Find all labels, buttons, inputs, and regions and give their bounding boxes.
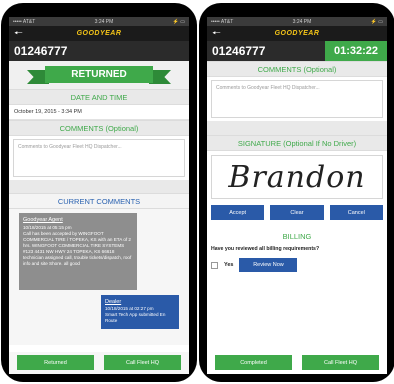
divider-band <box>207 121 387 135</box>
billing-question: Have you reviewed all billing requiremen… <box>211 246 320 252</box>
elapsed-timer: 01:32:22 <box>325 41 387 61</box>
status-bar: ••••• AT&T 3:24 PM ⚡ ▭ <box>207 17 387 26</box>
app-bar: 🠔 GOODYEAR <box>9 26 189 41</box>
current-comments-title: CURRENT COMMENTS <box>9 193 189 209</box>
comments-input[interactable]: Comments to Goodyear Fleet HQ Dispatcher… <box>13 139 185 177</box>
agent-comment-author: Goodyear Agent <box>23 217 63 223</box>
date-section-title: DATE AND TIME <box>9 89 189 105</box>
status-bar: ••••• AT&T 3:24 PM ⚡ ▭ <box>9 17 189 26</box>
completed-button[interactable]: Completed <box>215 355 292 370</box>
yes-checkbox[interactable] <box>211 261 218 269</box>
carrier-label: ••••• AT&T <box>13 18 36 25</box>
agent-comment-text: Call has been accepted by WINGFOOT COMME… <box>23 231 132 266</box>
accept-button[interactable]: Accept <box>211 205 265 220</box>
signature-title: SIGNATURE (Optional If No Driver) <box>207 135 387 151</box>
status-ribbon-area: RETURNED <box>9 61 189 89</box>
bottom-actions: Returned Call Fleet HQ <box>9 352 189 374</box>
comments-title: COMMENTS (Optional) <box>207 61 387 77</box>
billing-title: BILLING <box>282 231 312 241</box>
returned-button[interactable]: Returned <box>17 355 94 370</box>
dealer-comment-bubble: Dealer 10/18/2015 at 02:27 pm Smart Tech… <box>101 295 179 329</box>
current-comments-list: Goodyear Agent 10/18/2015 at 05:15 pm Ca… <box>9 209 189 345</box>
brand-logo: GOODYEAR <box>274 30 320 37</box>
battery-icon: ⚡ ▭ <box>370 18 383 25</box>
clock: 3:24 PM <box>94 18 114 25</box>
comments-title: COMMENTS (Optional) <box>9 120 189 136</box>
app-bar: 🠔 GOODYEAR <box>207 26 387 41</box>
divider-band <box>9 180 189 193</box>
order-bar: 01246777 01:32:22 <box>207 41 387 61</box>
screen: ••••• AT&T 3:24 PM ⚡ ▭ 🠔 GOODYEAR 012467… <box>9 17 189 374</box>
comments-input[interactable]: Comments to Goodyear Fleet HQ Dispatcher… <box>211 80 383 118</box>
screen: ••••• AT&T 3:24 PM ⚡ ▭ 🠔 GOODYEAR 012467… <box>207 17 387 374</box>
dealer-comment-author: Dealer <box>105 299 122 305</box>
carrier-label: ••••• AT&T <box>211 18 234 25</box>
call-fleet-hq-button[interactable]: Call Fleet HQ <box>104 355 181 370</box>
signature-actions: Accept Clear Cancel <box>207 203 387 222</box>
clock: 3:24 PM <box>292 18 312 25</box>
phone-returned: ••••• AT&T 3:24 PM ⚡ ▭ 🠔 GOODYEAR 012467… <box>1 3 197 382</box>
phone-completion: ••••• AT&T 3:24 PM ⚡ ▭ 🠔 GOODYEAR 012467… <box>199 3 394 382</box>
order-number: 01246777 <box>212 44 266 58</box>
call-fleet-hq-button[interactable]: Call Fleet HQ <box>302 355 379 370</box>
brand-logo: GOODYEAR <box>76 30 122 37</box>
signature-ink: Brandon <box>228 159 366 195</box>
billing-answer-row: Yes Review Now <box>207 255 387 275</box>
status-ribbon: RETURNED <box>45 66 153 83</box>
review-now-button[interactable]: Review Now <box>239 258 298 272</box>
agent-comment-bubble: Goodyear Agent 10/18/2015 at 05:15 pm Ca… <box>19 213 137 290</box>
order-number: 01246777 <box>14 44 68 58</box>
clear-button[interactable]: Clear <box>270 205 324 220</box>
bottom-actions: Completed Call Fleet HQ <box>207 352 387 374</box>
date-value: October 19, 2015 - 3:34 PM <box>9 105 189 120</box>
yes-label: Yes <box>224 262 234 268</box>
order-bar: 01246777 <box>9 41 189 61</box>
signature-pad[interactable]: Brandon <box>211 155 383 199</box>
cancel-button[interactable]: Cancel <box>329 205 383 220</box>
dealer-comment-text: Smart Tech App submitted En Route <box>105 312 166 324</box>
battery-icon: ⚡ ▭ <box>172 18 185 25</box>
